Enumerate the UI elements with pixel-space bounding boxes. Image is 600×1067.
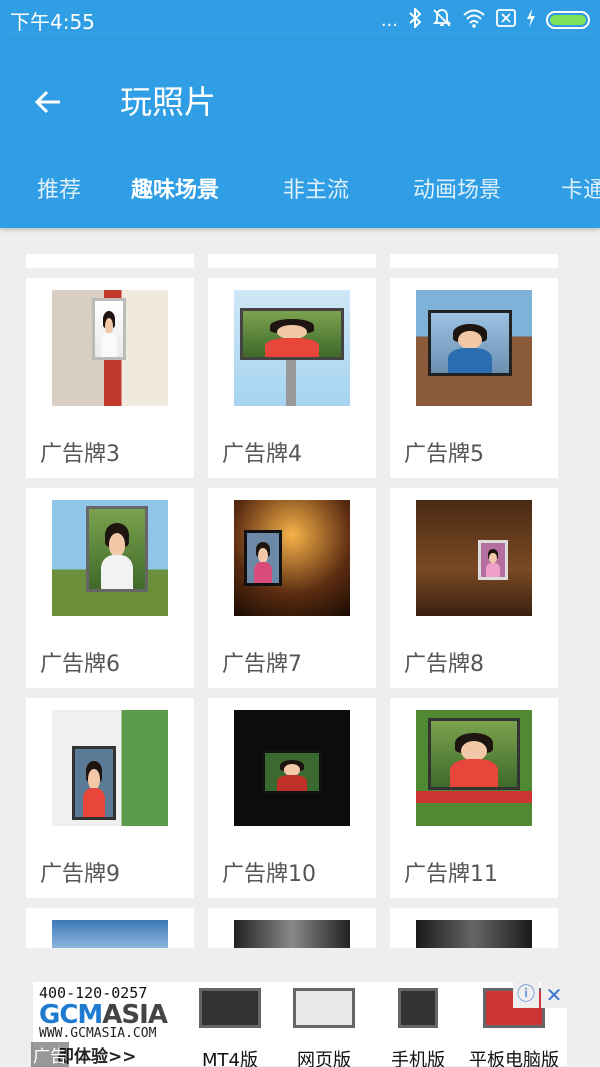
template-card[interactable]: 广告牌8 (390, 488, 558, 688)
mute-bell-icon (432, 8, 452, 33)
template-thumbnail (52, 500, 168, 616)
monitor-icon (199, 988, 261, 1028)
ad-item-mobile[interactable]: 手机版 (373, 988, 463, 1067)
status-icons: ... (380, 6, 590, 33)
template-card[interactable] (26, 908, 194, 948)
template-card[interactable]: 广告牌11 (390, 698, 558, 898)
back-button[interactable] (26, 80, 70, 124)
laptop-icon (293, 988, 355, 1028)
template-card[interactable] (390, 908, 558, 948)
template-grid: 广告牌3 广告牌4 广告牌5 广告牌6 广告牌7 广告牌8 广告牌9 广告牌10… (0, 228, 600, 948)
status-time: 下午4:55 (10, 9, 95, 34)
ad-info-icon[interactable]: ⓘ (513, 982, 539, 1008)
tab-cartoon-frames[interactable]: 卡通相框 (519, 160, 600, 216)
tab-fun-scenes[interactable]: 趣味场景 (99, 160, 237, 216)
template-thumbnail (416, 500, 532, 616)
arrow-left-icon (34, 90, 60, 114)
template-label: 广告牌8 (404, 652, 484, 677)
ad-item-web[interactable]: 网页版 (279, 988, 369, 1067)
template-card[interactable]: 广告牌3 (26, 278, 194, 478)
template-label: 广告牌7 (222, 652, 302, 677)
card-partial-top[interactable] (208, 254, 376, 268)
tab-non-mainstream[interactable]: 非主流 (237, 160, 367, 216)
tab-animation-scenes[interactable]: 动画场景 (367, 160, 519, 216)
card-partial-top[interactable] (390, 254, 558, 268)
template-card[interactable]: 广告牌7 (208, 488, 376, 688)
template-card[interactable]: 广告牌4 (208, 278, 376, 478)
template-label: 广告牌10 (222, 862, 316, 887)
card-partial-top[interactable] (26, 254, 194, 268)
sim-off-icon (496, 8, 516, 32)
template-label: 广告牌3 (40, 442, 120, 467)
template-thumbnail (234, 710, 350, 826)
template-card[interactable]: 广告牌5 (390, 278, 558, 478)
template-label: 广告牌11 (404, 862, 498, 887)
bluetooth-icon (408, 6, 422, 33)
template-card[interactable]: 广告牌6 (26, 488, 194, 688)
template-thumbnail (234, 500, 350, 616)
ad-item-mt4[interactable]: MT4版 (185, 988, 275, 1067)
tab-recommend[interactable]: 推荐 (0, 160, 99, 216)
ad-url: WWW.GCMASIA.COM (39, 1026, 157, 1041)
status-bar: 下午4:55 ... (0, 0, 600, 40)
template-card[interactable]: 广告牌10 (208, 698, 376, 898)
more-dots-icon: ... (380, 9, 398, 31)
template-thumbnail (52, 710, 168, 826)
charging-icon (526, 8, 536, 32)
template-card[interactable]: 广告牌9 (26, 698, 194, 898)
ad-banner[interactable]: 400-120-0257 GCMASIA WWW.GCMASIA.COM 即体验… (31, 982, 567, 1067)
app-bar: 玩照片 推荐 趣味场景 非主流 动画场景 卡通相框 (0, 40, 600, 228)
template-card[interactable] (208, 908, 376, 948)
page-title: 玩照片 (120, 83, 217, 121)
template-label: 广告牌9 (40, 862, 120, 887)
battery-icon (546, 11, 590, 29)
wifi-icon (462, 8, 486, 33)
phone-icon (398, 988, 438, 1028)
category-tabs: 推荐 趣味场景 非主流 动画场景 卡通相框 (0, 160, 600, 216)
template-thumbnail (234, 290, 350, 406)
template-thumbnail (416, 290, 532, 406)
template-thumbnail (52, 290, 168, 406)
ad-close-icon[interactable]: ✕ (541, 982, 567, 1008)
ad-label-tag: 广告 (31, 1042, 69, 1067)
screen: 下午4:55 ... 玩照片 推荐 趣味场景 非主流 动画场景 卡通 广告牌3 … (0, 0, 600, 1067)
template-label: 广告牌5 (404, 442, 484, 467)
template-label: 广告牌4 (222, 442, 302, 467)
template-thumbnail (416, 710, 532, 826)
template-label: 广告牌6 (40, 652, 120, 677)
